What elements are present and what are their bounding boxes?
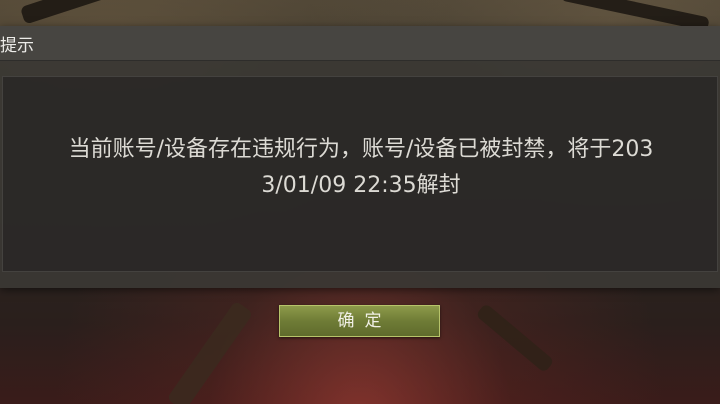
background-branch [19, 0, 131, 25]
dialog-title-bar: 提示 [0, 26, 720, 61]
confirm-button[interactable]: 确定 [279, 305, 440, 337]
background-branch [166, 300, 254, 404]
dialog-content-box: 当前账号/设备存在违规行为，账号/设备已被封禁，将于203 3/01/09 22… [2, 76, 718, 272]
notice-dialog: 提示 当前账号/设备存在违规行为，账号/设备已被封禁，将于203 3/01/09… [0, 26, 720, 288]
ban-message: 当前账号/设备存在违规行为，账号/设备已被封禁，将于203 3/01/09 22… [68, 137, 654, 198]
game-background: 提示 当前账号/设备存在违规行为，账号/设备已被封禁，将于203 3/01/09… [0, 0, 720, 404]
background-branch [475, 302, 555, 374]
dialog-title: 提示 [0, 36, 34, 56]
